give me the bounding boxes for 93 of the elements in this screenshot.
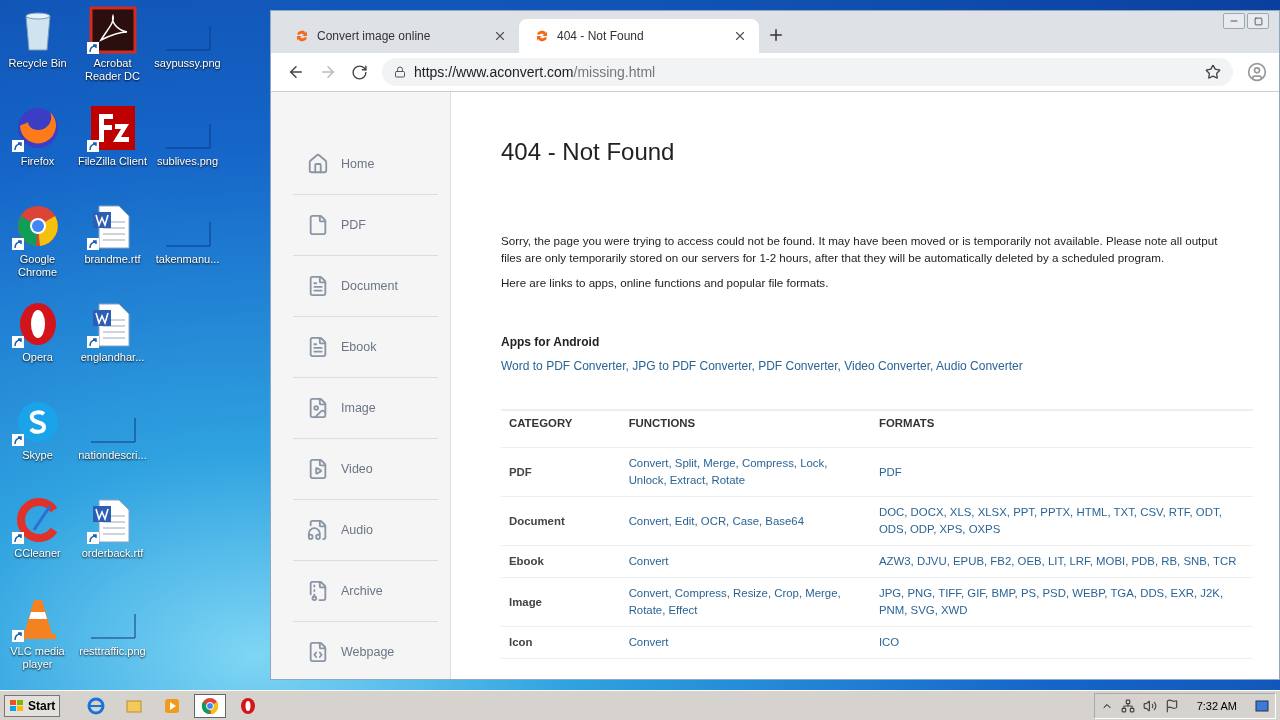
shortcut-arrow-icon [86,140,99,152]
shortcut-arrow-icon [86,42,99,54]
browser-tab[interactable]: 404 - Not Found [519,19,759,53]
converter-logo-icon [535,29,549,43]
desktop-icon-label[interactable]: Acrobat Reader DC [75,57,150,83]
lock-icon [394,66,406,78]
category-cell: Ebook [509,555,544,567]
close-icon[interactable] [733,29,747,43]
audio-file-icon [307,519,329,541]
sidebar-link[interactable]: Video [341,462,373,476]
bookmark-star-icon[interactable] [1205,64,1221,80]
ebook-icon [307,336,329,358]
opera-icon[interactable] [239,696,258,715]
shortcut-arrow-icon [86,532,99,544]
desktop-icon-label[interactable]: brandme.rtf [84,253,141,266]
network-icon[interactable] [1120,698,1135,713]
desktop-icon-label[interactable]: saypussy.png [154,57,221,70]
desktop-icon-label[interactable]: FileZilla Client [77,155,148,168]
format-links[interactable]: ICO [878,634,1245,651]
sidebar-link[interactable]: Home [341,157,375,171]
show-desktop-icon[interactable] [1255,698,1269,713]
image-file-icon [307,397,329,419]
desktop-icon-label[interactable]: nationdescri... [78,449,147,462]
desktop-icon-label[interactable]: sublives.png [156,155,219,168]
shortcut-arrow-icon [11,140,24,152]
function-links[interactable]: Convert, Compress, Resize, Crop, Merge, Rotate, Effect [628,585,863,619]
converter-logo-icon [295,29,309,43]
sidebar-link[interactable]: Document [341,279,398,293]
maximize-button[interactable] [1247,13,1269,29]
shortcut-arrow-icon [11,630,24,642]
sidebar-link[interactable]: Webpage [341,645,395,659]
desktop-icon-label[interactable]: Skype [22,449,53,462]
sidebar-link[interactable]: Image [341,401,376,415]
maximize-icon [1253,16,1263,26]
chrome-icon[interactable] [201,696,220,715]
section-heading: Apps for Android [501,335,601,349]
page-heading: 404 - Not Found [501,138,676,166]
desktop-icon-label[interactable]: Firefox [20,155,55,168]
document-icon [307,275,329,297]
home-icon [307,153,329,175]
shortcut-arrow-icon [11,434,24,446]
windows-logo-icon [9,698,25,713]
format-links[interactable]: AZW3, DJVU, EPUB, FB2, OEB, LIT, LRF, MOBI, PDB, RB, SNB, TCR [878,553,1245,570]
shortcut-arrow-icon [11,532,24,544]
sidebar-link[interactable]: Archive [341,584,383,598]
taskbar-button[interactable] [194,693,227,718]
function-links[interactable]: Convert, Split, Merge, Compress, Lock, Unlock, Extract, Rotate [628,455,863,489]
category-cell: Document [509,514,565,527]
reload-icon[interactable] [351,63,368,81]
format-links[interactable]: PDF [878,463,1245,481]
desktop-icon-label[interactable]: englandhar... [80,351,145,364]
flag-icon[interactable] [1164,698,1179,713]
app-links[interactable]: Word to PDF Converter, JPG to PDF Converter, PDF Converter, Video Converter, Audio Converter [501,359,1023,373]
shortcut-arrow-icon [86,336,99,348]
category-cell: Image [509,595,542,608]
column-header: FUNCTIONS [620,410,871,448]
format-links[interactable]: DOC, DOCX, XLS, XLSX, PPT, PPTX, HTML, TXT, CSV, RTF, ODT, ODS, ODP, XPS, OXPS [878,504,1245,538]
format-links[interactable]: JPG, PNG, TIFF, GIF, BMP, PS, PSD, WEBP, TGA, DDS, EXR, J2K, PNM, SVG, XWD [878,585,1245,619]
desktop-icon-label[interactable]: Opera [22,351,53,364]
paragraph: Sorry, the page you were trying to access could not be found. It may have been moved or is temporarily not available. Please note all output files are only temporarily stored on our servers for 1-2 hours, after that they will be automatically deleted by a scheduled program. [501,233,1219,266]
new-tab-icon[interactable] [767,26,785,44]
sidebar-link[interactable]: PDF [341,218,366,232]
volume-icon[interactable] [1142,698,1157,713]
sidebar-link[interactable]: Ebook [341,340,377,354]
archive-file-icon [307,580,329,602]
clock[interactable]: 7:32 AM [1196,699,1237,712]
internet-explorer-icon[interactable] [87,696,106,715]
shortcut-arrow-icon [11,336,24,348]
sidebar-link[interactable]: Audio [341,523,373,537]
back-icon[interactable] [287,63,305,81]
close-icon[interactable] [493,29,507,43]
desktop-icon-label[interactable]: Google Chrome [0,253,75,279]
code-file-icon [307,641,329,663]
shortcut-arrow-icon [86,238,99,250]
browser-tab[interactable]: Convert image online [279,19,519,53]
profile-icon[interactable] [1247,62,1267,82]
category-cell: PDF [509,465,532,478]
category-cell: Icon [509,636,533,648]
column-header: FORMATS [870,410,1253,448]
desktop-icon-label[interactable]: Recycle Bin [8,57,67,70]
desktop-icon-label[interactable]: takenmanu... [155,253,220,266]
column-header: CATEGORY [501,410,621,448]
paragraph: Here are links to apps, online functions and popular file formats. [501,275,830,291]
function-links[interactable]: Convert [628,553,863,570]
pdf-file-icon [307,214,329,236]
function-links[interactable]: Convert, Edit, OCR, Case, Base64 [628,512,863,530]
acrobat-icon[interactable] [88,6,137,54]
shortcut-arrow-icon [11,238,24,250]
address-bar[interactable]: https://www.aconvert.com/missing.html [382,58,1233,86]
filezilla-icon[interactable] [88,104,137,152]
function-links[interactable]: Convert [628,634,863,651]
start-button[interactable]: Start [4,694,61,717]
video-file-icon [307,458,329,480]
